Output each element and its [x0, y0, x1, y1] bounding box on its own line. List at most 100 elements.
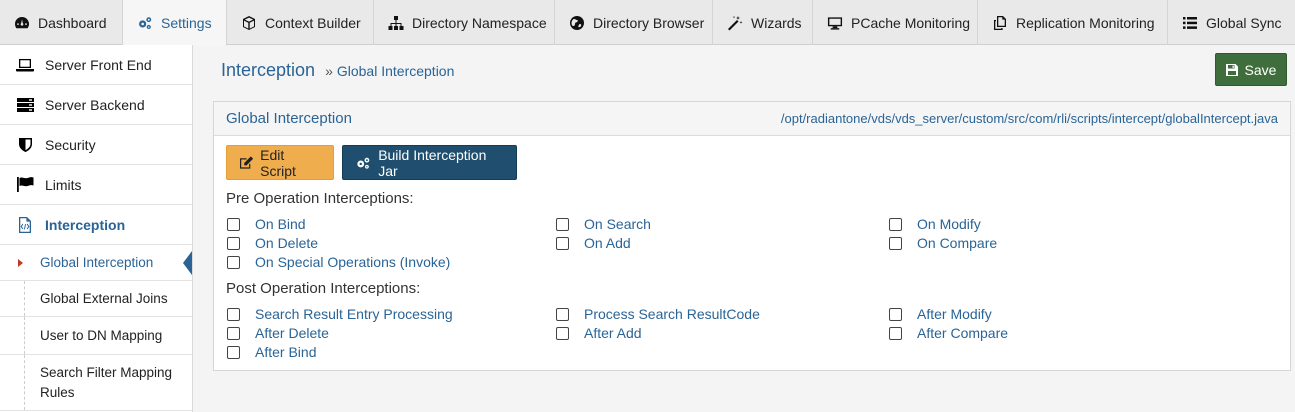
dashboard-icon	[14, 15, 30, 31]
save-button[interactable]: Save	[1215, 53, 1287, 86]
checkbox-after-add[interactable]: After Add	[556, 325, 642, 341]
active-pointer-icon	[183, 250, 192, 275]
sidebar-subitem-search-filter-mapping-rules[interactable]: Search Filter Mapping Rules	[0, 355, 192, 411]
checkbox-label: On Search	[584, 216, 651, 232]
checkbox-box[interactable]	[889, 217, 902, 231]
checkbox-box[interactable]	[556, 307, 569, 321]
action-buttons: Edit Script Build Interception Jar	[226, 145, 517, 180]
checkbox-label: On Add	[584, 235, 631, 251]
checkbox-process-search-resultcode[interactable]: Process Search ResultCode	[556, 306, 760, 322]
checkbox-box[interactable]	[556, 217, 569, 231]
checkbox-box[interactable]	[556, 326, 569, 340]
breadcrumb: Interception » Global Interception	[221, 60, 454, 81]
checkbox-box[interactable]	[227, 345, 240, 359]
checkbox-box[interactable]	[227, 307, 240, 321]
breadcrumb-current: Global Interception	[336, 63, 455, 79]
checkbox-label: After Delete	[255, 325, 329, 341]
cube-icon	[241, 15, 257, 31]
sidebar-item-label: Security	[45, 136, 96, 153]
tab-label: Wizards	[751, 14, 802, 31]
sidebar-item-security[interactable]: Security	[0, 125, 192, 165]
tab-global-sync[interactable]: Global Sync	[1168, 0, 1295, 45]
sidebar-item-limits[interactable]: Limits	[0, 165, 192, 205]
checkbox-box[interactable]	[227, 217, 240, 231]
code-file-icon	[16, 216, 34, 233]
checkbox-on-bind[interactable]: On Bind	[227, 216, 306, 232]
caret-right-icon	[18, 258, 23, 267]
sidebar-subitem-label: Global External Joins	[40, 290, 168, 306]
list-icon	[1182, 15, 1198, 31]
sidebar-subitem-label: User to DN Mapping	[40, 327, 163, 343]
save-label: Save	[1244, 61, 1277, 78]
server-icon	[16, 97, 34, 113]
sidebar-item-label: Server Front End	[45, 56, 152, 73]
sidebar-subitem-label: Global Interception	[40, 254, 154, 270]
tab-label: Settings	[161, 14, 212, 31]
sidebar-item-server-front-end[interactable]: Server Front End	[0, 45, 192, 85]
checkbox-box[interactable]	[227, 326, 240, 340]
checkbox-label: On Delete	[255, 235, 319, 251]
breadcrumb-root[interactable]: Interception	[221, 60, 315, 81]
checkbox-box[interactable]	[556, 236, 569, 250]
globe-icon	[569, 15, 585, 31]
checkbox-after-modify[interactable]: After Modify	[889, 306, 992, 322]
edit-icon	[240, 156, 254, 169]
build-interception-jar-label: Build Interception Jar	[378, 146, 487, 179]
tab-wizards[interactable]: Wizards	[713, 0, 813, 45]
tab-directory-namespace[interactable]: Directory Namespace	[374, 0, 555, 45]
checkbox-box[interactable]	[227, 236, 240, 250]
build-interception-jar-button[interactable]: Build Interception Jar	[342, 145, 517, 180]
breadcrumb-separator: »	[325, 63, 333, 79]
checkbox-label: On Bind	[255, 216, 306, 232]
tab-context-builder[interactable]: Context Builder	[227, 0, 374, 45]
tab-settings[interactable]: Settings	[123, 0, 227, 46]
sidebar-subitem-user-to-dn-mapping[interactable]: User to DN Mapping	[0, 317, 192, 355]
tab-label: Directory Browser	[593, 14, 705, 31]
sidebar-item-label: Interception	[45, 216, 126, 233]
sidebar-item-label: Limits	[45, 176, 82, 193]
global-interception-panel: Global Interception /opt/radiantone/vds/…	[213, 101, 1291, 371]
tab-label: Directory Namespace	[412, 14, 547, 31]
sidebar-item-interception[interactable]: Interception	[0, 205, 192, 245]
checkbox-after-bind[interactable]: After Bind	[227, 344, 316, 360]
desktop-icon	[827, 15, 843, 31]
checkbox-on-compare[interactable]: On Compare	[889, 235, 997, 251]
checkbox-label: On Compare	[917, 235, 998, 251]
checkbox-on-delete[interactable]: On Delete	[227, 235, 318, 251]
checkbox-box[interactable]	[889, 236, 902, 250]
checkbox-label: On Modify	[917, 216, 981, 232]
panel-title: Global Interception	[226, 110, 352, 127]
checkbox-on-add[interactable]: On Add	[556, 235, 631, 251]
tab-directory-browser[interactable]: Directory Browser	[555, 0, 713, 45]
tab-pcache-monitoring[interactable]: PCache Monitoring	[813, 0, 978, 45]
pre-operation-heading: Pre Operation Interceptions:	[226, 190, 414, 207]
sidebar-subitem-global-interception[interactable]: Global Interception	[0, 245, 192, 281]
checkbox-label: On Special Operations (Invoke)	[255, 254, 451, 270]
laptop-icon	[16, 57, 34, 73]
tab-dashboard[interactable]: Dashboard	[0, 0, 123, 45]
checkbox-after-delete[interactable]: After Delete	[227, 325, 329, 341]
checkbox-on-search[interactable]: On Search	[556, 216, 651, 232]
tab-label: Dashboard	[38, 14, 107, 31]
sidebar: Server Front End Server Backend Security…	[0, 45, 193, 412]
checkbox-on-special-operations[interactable]: On Special Operations (Invoke)	[227, 254, 450, 270]
checkbox-box[interactable]	[889, 307, 902, 321]
panel-header: Global Interception /opt/radiantone/vds/…	[214, 102, 1290, 136]
script-path: /opt/radiantone/vds/vds_server/custom/sr…	[780, 111, 1278, 126]
checkbox-label: After Add	[584, 325, 642, 341]
checkbox-after-compare[interactable]: After Compare	[889, 325, 1008, 341]
sidebar-item-server-backend[interactable]: Server Backend	[0, 85, 192, 125]
checkbox-search-result-entry-processing[interactable]: Search Result Entry Processing	[227, 306, 453, 322]
checkbox-box[interactable]	[227, 255, 240, 269]
checkbox-on-modify[interactable]: On Modify	[889, 216, 981, 232]
sidebar-subitem-global-external-joins[interactable]: Global External Joins	[0, 281, 192, 317]
magic-wand-icon	[727, 15, 743, 31]
checkbox-label: Search Result Entry Processing	[255, 306, 453, 322]
edit-script-label: Edit Script	[260, 146, 296, 179]
checkbox-box[interactable]	[889, 326, 902, 340]
sidebar-item-label: Server Backend	[45, 96, 145, 113]
tab-replication-monitoring[interactable]: Replication Monitoring	[978, 0, 1168, 45]
checkbox-label: Process Search ResultCode	[584, 306, 760, 322]
top-navigation: Dashboard Settings Context Builder Direc…	[0, 0, 1295, 46]
edit-script-button[interactable]: Edit Script	[226, 145, 334, 180]
